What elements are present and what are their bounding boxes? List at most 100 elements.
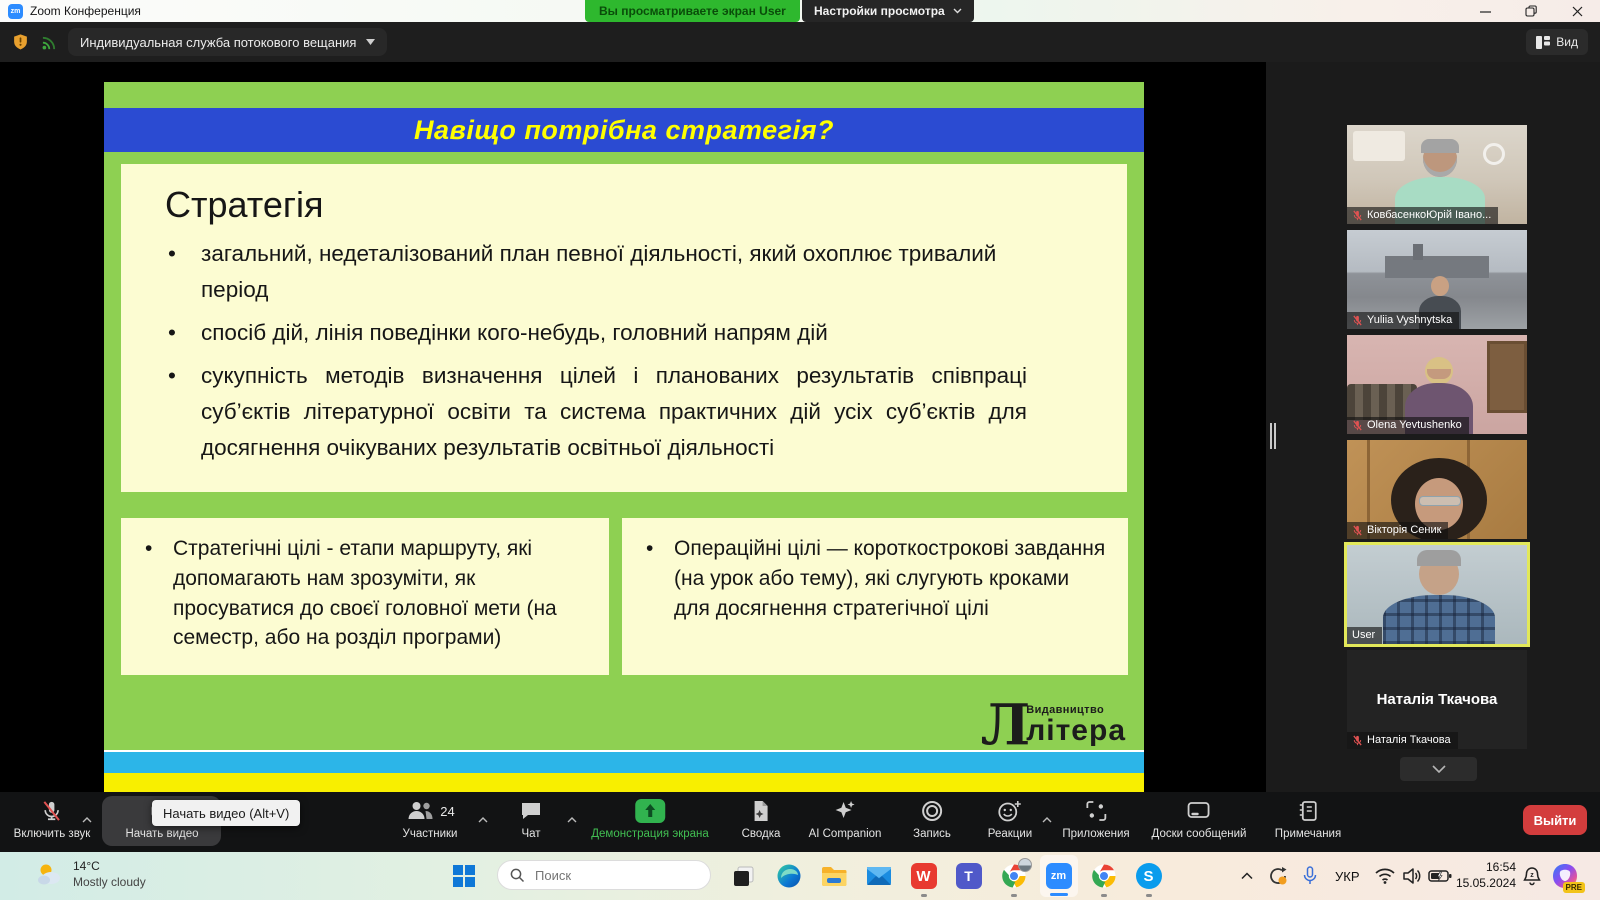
participants-options-chevron[interactable] (478, 810, 488, 828)
file-explorer-button[interactable] (811, 856, 856, 896)
muted-mic-icon (1352, 210, 1363, 221)
tray-overflow-chevron[interactable] (1241, 852, 1253, 900)
ai-companion-label: AI Companion (809, 828, 882, 840)
battery-icon[interactable] (1428, 852, 1452, 900)
chat-label: Чат (521, 828, 540, 840)
unmute-button[interactable]: Включить звук (14, 799, 91, 840)
zoom-icon: zm (1046, 863, 1072, 889)
edge-icon (776, 863, 802, 889)
audio-options-chevron[interactable] (82, 810, 92, 828)
mail-button[interactable] (856, 856, 901, 896)
start-video-label: Начать видео (125, 828, 198, 840)
running-indicator (921, 894, 927, 897)
teams-icon: T (956, 863, 982, 889)
volume-icon[interactable] (1402, 852, 1422, 900)
tray-mic-icon[interactable] (1303, 852, 1317, 900)
chat-options-chevron[interactable] (567, 810, 577, 828)
panel-resize-handle[interactable] (1270, 423, 1276, 449)
live-stream-icon (41, 34, 58, 51)
view-settings-label: Настройки просмотра (814, 4, 945, 18)
task-view-icon (732, 864, 756, 888)
leave-button[interactable]: Выйти (1523, 805, 1587, 835)
view-settings-dropdown[interactable]: Настройки просмотра (802, 0, 974, 22)
share-screen-button[interactable]: Демонстрация экрана (591, 799, 709, 840)
participant-name: Yuliia Vyshnytska (1367, 314, 1452, 326)
video-scene (1487, 341, 1527, 413)
wps-office-button[interactable]: W (901, 856, 946, 896)
person-silhouette (1427, 369, 1451, 379)
task-view-button[interactable] (721, 856, 766, 896)
video-scene (1385, 256, 1489, 278)
ai-companion-button[interactable]: AI Companion (809, 799, 882, 840)
participant-tile-active[interactable]: User (1344, 542, 1530, 647)
restore-button[interactable] (1508, 0, 1554, 22)
video-scene (1413, 244, 1423, 260)
slide-title: Навіщо потрібна стратегія? (414, 115, 834, 146)
copilot-button[interactable]: PRE (1551, 862, 1579, 890)
notes-label: Примечания (1275, 828, 1341, 840)
taskbar-search[interactable] (497, 860, 711, 890)
chrome-profile-button[interactable] (991, 856, 1036, 896)
participants-button[interactable]: 24 Участники (403, 799, 458, 840)
participant-tile[interactable]: Вікторія Сеник (1347, 440, 1527, 539)
zoom-app-icon: zm (8, 4, 23, 19)
slide-left-box-text: Стратегічні цілі - етапи маршруту, які д… (141, 534, 591, 653)
muted-mic-icon (1352, 420, 1363, 431)
participant-tile[interactable]: КовбасенкоЮрій Івано... (1347, 125, 1527, 224)
notification-bell-icon[interactable]: z (1523, 852, 1541, 900)
share-screen-icon (635, 799, 665, 823)
streaming-service-dropdown[interactable]: Индивидуальная служба потокового вещания (68, 28, 387, 56)
search-icon (510, 868, 525, 883)
start-button[interactable] (452, 864, 476, 893)
publisher-logo-name: літера (1026, 716, 1126, 746)
video-scene (1483, 143, 1505, 165)
participants-scroll-down-button[interactable] (1400, 757, 1477, 781)
record-icon (921, 799, 943, 823)
streaming-service-label: Индивидуальная служба потокового вещания (80, 35, 356, 50)
slide-blue-stripe (104, 750, 1144, 773)
participant-tile[interactable]: Yuliia Vyshnytska (1347, 230, 1527, 329)
language-code: УКР (1335, 869, 1360, 884)
wifi-icon[interactable] (1375, 852, 1395, 900)
mail-icon (866, 865, 892, 887)
teams-button[interactable]: T (946, 856, 991, 896)
ai-sparkle-icon (833, 799, 857, 823)
shared-screen-area: Навіщо потрібна стратегія? Стратегія заг… (0, 62, 1266, 792)
person-silhouette (1421, 139, 1459, 153)
view-button-label: Вид (1556, 35, 1578, 49)
close-button[interactable] (1554, 0, 1600, 22)
reactions-label: Реакции (988, 828, 1032, 840)
skype-button[interactable]: S (1126, 856, 1171, 896)
slide-right-box-text: Операційні цілі — короткострокові завдан… (642, 534, 1110, 623)
security-shield-icon[interactable] (12, 33, 29, 51)
chrome-button[interactable] (1081, 856, 1126, 896)
participants-icon: 24 (405, 799, 454, 823)
record-button[interactable]: Запись (913, 799, 951, 840)
sync-update-icon[interactable] (1267, 852, 1289, 900)
edge-button[interactable] (766, 856, 811, 896)
weather-widget[interactable]: 14°C Mostly cloudy (36, 859, 146, 890)
participant-tile[interactable]: Olena Yevtushenko (1347, 335, 1527, 434)
reactions-options-chevron[interactable] (1042, 810, 1052, 828)
participant-name-tag: Вікторія Сеник (1347, 522, 1448, 539)
language-indicator[interactable]: УКР (1335, 852, 1360, 900)
svg-text:z: z (1530, 872, 1534, 879)
participant-tile-novideo[interactable]: Наталія Ткачова Наталія Ткачова (1347, 650, 1527, 749)
search-input[interactable] (533, 867, 687, 884)
apps-button[interactable]: Приложения (1062, 799, 1129, 840)
chevron-down-icon (1432, 765, 1446, 773)
presentation-slide: Навіщо потрібна стратегія? Стратегія заг… (104, 82, 1144, 792)
video-scene (1353, 131, 1405, 161)
apps-label: Приложения (1062, 828, 1129, 840)
chat-button[interactable]: Чат (520, 799, 542, 840)
clock-widget[interactable]: 16:54 15.05.2024 (1456, 860, 1516, 891)
notes-button[interactable]: Примечания (1275, 799, 1341, 840)
whiteboards-button[interactable]: Доски сообщений (1152, 799, 1247, 840)
zoom-taskbar-button[interactable]: zm (1036, 856, 1081, 896)
view-layout-button[interactable]: Вид (1526, 29, 1588, 55)
slide-right-box: Операційні цілі — короткострокові завдан… (622, 518, 1128, 675)
minimize-button[interactable] (1462, 0, 1508, 22)
reactions-button[interactable]: Реакции (988, 799, 1032, 840)
windows-taskbar: 14°C Mostly cloudy (0, 852, 1600, 900)
summary-button[interactable]: Сводка (742, 799, 781, 840)
